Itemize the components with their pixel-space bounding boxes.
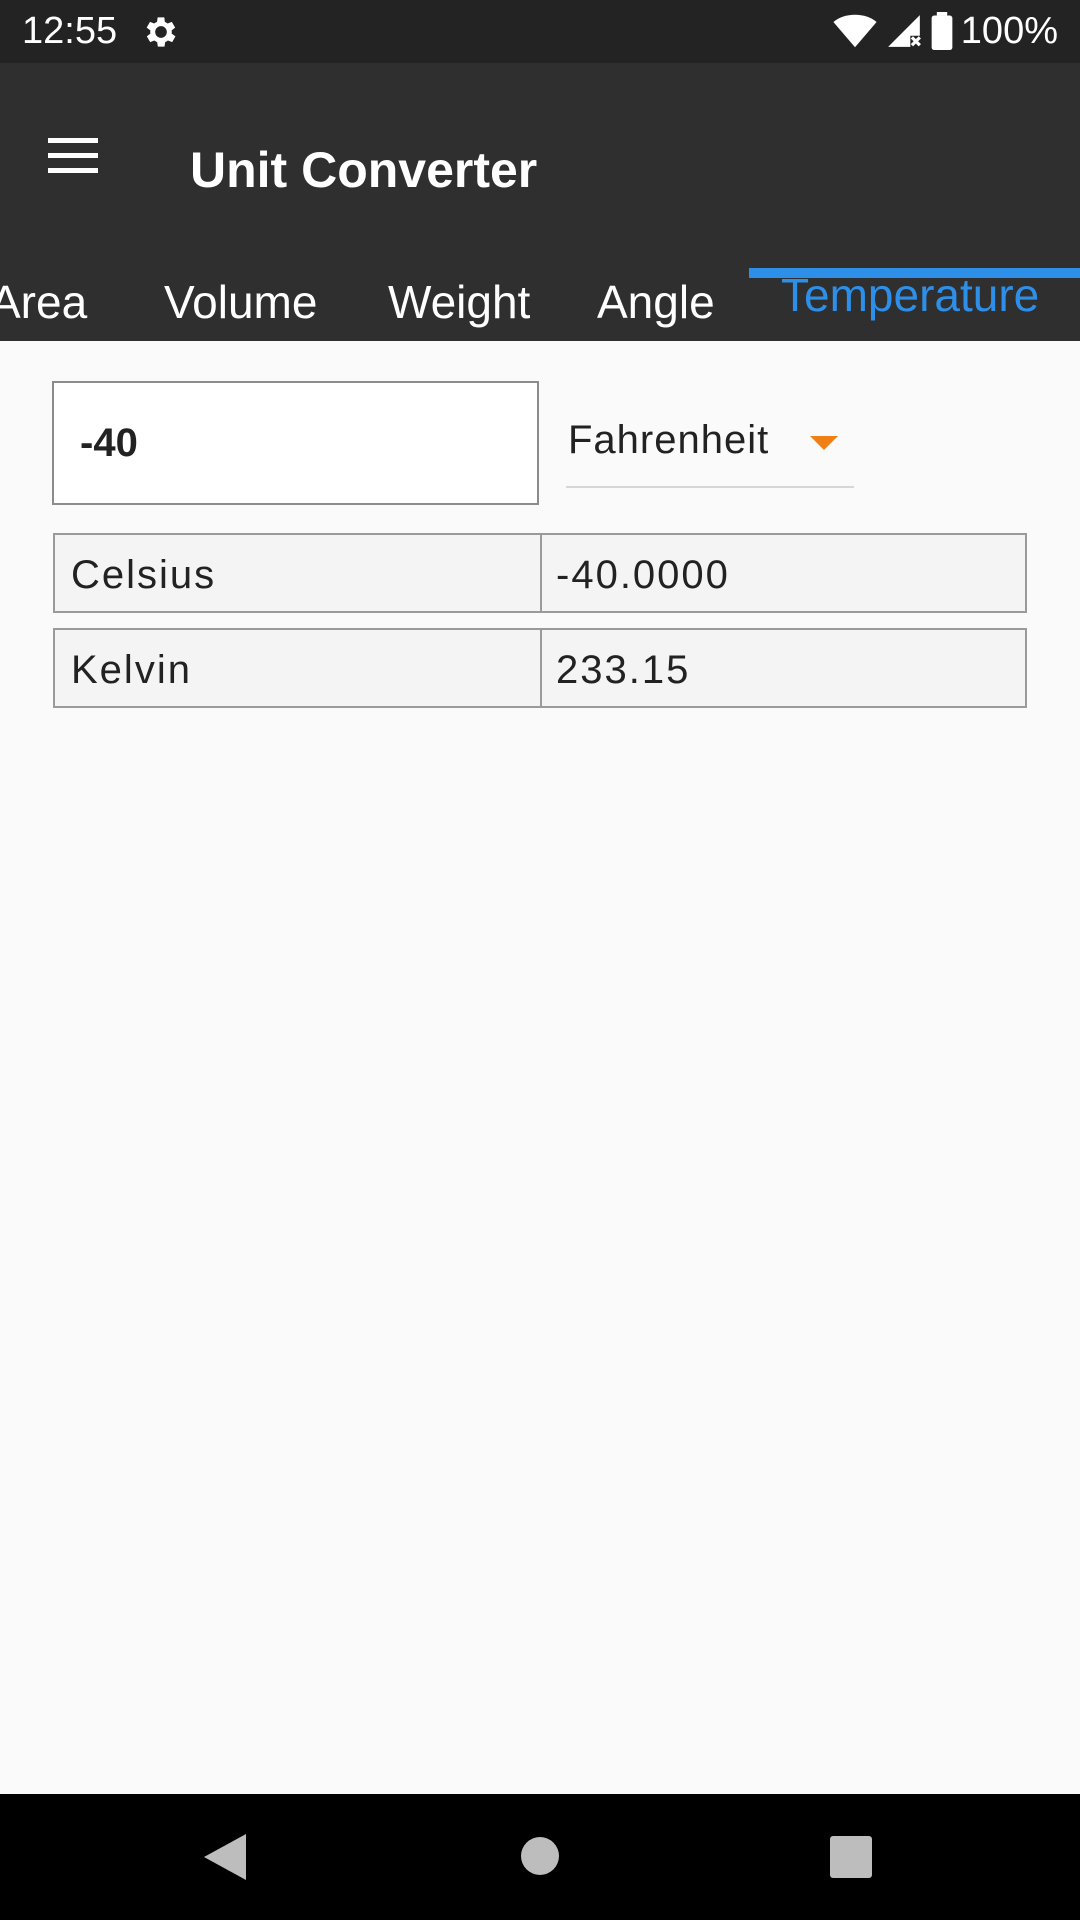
home-icon[interactable] bbox=[520, 1836, 560, 1876]
status-icons: 100% bbox=[833, 8, 1058, 54]
result-unit-cell: Celsius bbox=[55, 535, 542, 611]
menu-button[interactable] bbox=[28, 111, 118, 201]
app-bar: Unit Converter Area Volume Weight Angle … bbox=[0, 63, 1080, 341]
signal-icon bbox=[887, 15, 921, 47]
menu-icon bbox=[48, 138, 98, 173]
result-value: -40.0000 bbox=[556, 553, 730, 597]
active-tab-indicator bbox=[749, 268, 1080, 278]
result-row-celsius: Celsius -40.0000 bbox=[53, 533, 1027, 613]
navigation-bar bbox=[0, 1794, 1080, 1920]
unit-dropdown[interactable]: Fahrenheit bbox=[566, 410, 854, 488]
tab-area[interactable]: Area bbox=[0, 253, 87, 341]
dropdown-caret-icon bbox=[810, 436, 838, 450]
result-value: 233.15 bbox=[556, 648, 691, 692]
tab-temperature[interactable]: Temperature bbox=[781, 253, 1039, 341]
result-row-kelvin: Kelvin 233.15 bbox=[53, 628, 1027, 708]
battery-percent: 100% bbox=[960, 10, 1058, 52]
result-unit-cell: Kelvin bbox=[55, 630, 542, 706]
recents-icon[interactable] bbox=[830, 1836, 872, 1878]
tab-volume[interactable]: Volume bbox=[164, 253, 317, 341]
status-bar: 12:55 100% bbox=[0, 0, 1080, 63]
unit-dropdown-label: Fahrenheit bbox=[568, 418, 770, 462]
app-title: Unit Converter bbox=[190, 142, 538, 198]
tab-angle[interactable]: Angle bbox=[597, 253, 715, 341]
result-unit-name: Kelvin bbox=[71, 648, 192, 692]
back-icon[interactable] bbox=[204, 1834, 246, 1880]
status-time: 12:55 bbox=[22, 10, 118, 52]
value-input[interactable] bbox=[52, 381, 539, 505]
result-unit-name: Celsius bbox=[71, 553, 217, 597]
battery-icon bbox=[931, 12, 953, 50]
tab-bar: Area Volume Weight Angle Temperature bbox=[0, 253, 1080, 341]
wifi-icon bbox=[833, 14, 877, 48]
gear-icon bbox=[146, 17, 176, 47]
tab-weight[interactable]: Weight bbox=[388, 253, 530, 341]
